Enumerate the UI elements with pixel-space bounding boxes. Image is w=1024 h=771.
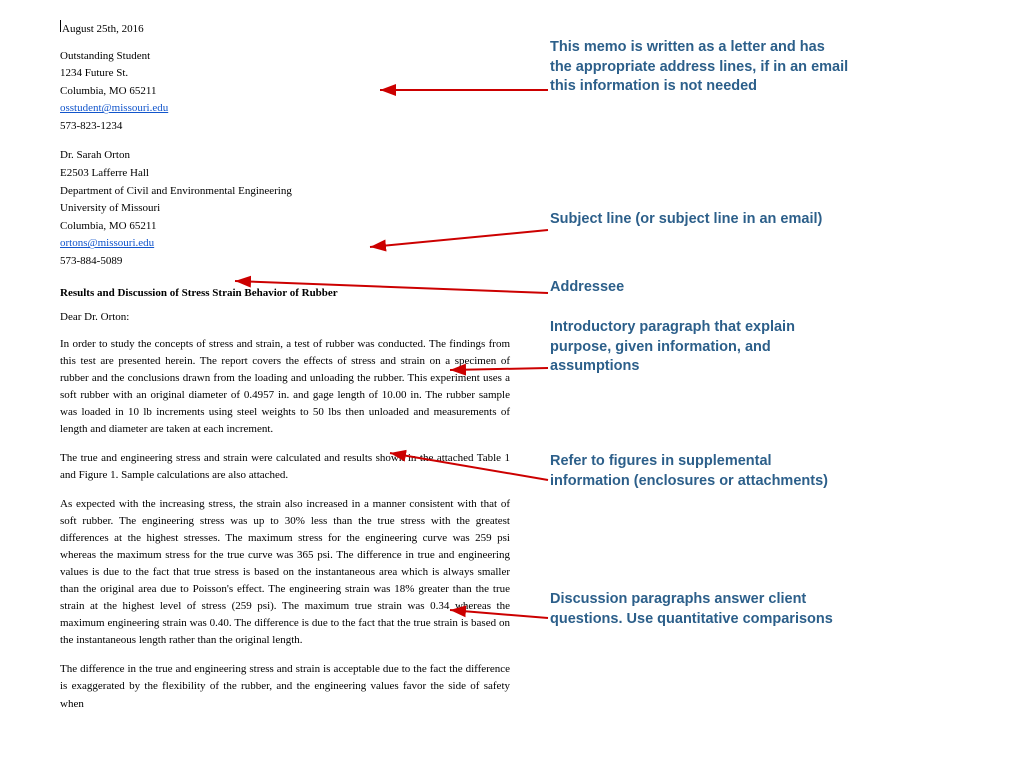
annotation-figures: Refer to figures in supplemental informa… <box>550 452 850 491</box>
recipient-city: Columbia, MO 65211 <box>60 218 510 236</box>
recipient-phone: 573-884-5089 <box>60 253 510 271</box>
annotation-intro: Introductory paragraph that explain purp… <box>550 318 850 377</box>
doc-paragraph-2: The true and engineering stress and stra… <box>60 450 510 484</box>
doc-salutation: Dear Dr. Orton: <box>60 309 510 326</box>
recipient-name: Dr. Sarah Orton <box>60 147 510 165</box>
recipient-building: E2503 Lafferre Hall <box>60 165 510 183</box>
doc-sender: Outstanding Student 1234 Future St. Colu… <box>60 48 510 136</box>
page-container: August 25th, 2016 Outstanding Student 12… <box>0 0 1024 771</box>
document-area: August 25th, 2016 Outstanding Student 12… <box>0 0 540 771</box>
sender-phone: 573-823-1234 <box>60 118 510 136</box>
recipient-university: University of Missouri <box>60 200 510 218</box>
doc-subject: Results and Discussion of Stress Strain … <box>60 285 510 302</box>
sender-email: osstudent@missouri.edu <box>60 100 510 118</box>
doc-paragraph-3: As expected with the increasing stress, … <box>60 496 510 649</box>
annotations-area: This memo is written as a letter and has… <box>540 0 1024 771</box>
date-text: August 25th, 2016 <box>62 23 144 35</box>
sender-city: Columbia, MO 65211 <box>60 83 510 101</box>
recipient-email: ortons@missouri.edu <box>60 235 510 253</box>
annotation-subject: Subject line (or subject line in an emai… <box>550 210 840 230</box>
annotation-discussion: Discussion paragraphs answer client ques… <box>550 590 850 629</box>
recipient-department: Department of Civil and Environmental En… <box>60 183 510 201</box>
doc-paragraph-1: In order to study the concepts of stress… <box>60 336 510 438</box>
doc-recipient: Dr. Sarah Orton E2503 Lafferre Hall Depa… <box>60 147 510 270</box>
annotation-address: This memo is written as a letter and has… <box>550 38 850 97</box>
doc-paragraph-4: The difference in the true and engineeri… <box>60 661 510 712</box>
sender-name: Outstanding Student <box>60 48 510 66</box>
sender-address1: 1234 Future St. <box>60 65 510 83</box>
doc-date: August 25th, 2016 <box>60 20 510 38</box>
annotation-addressee: Addressee <box>550 278 830 298</box>
